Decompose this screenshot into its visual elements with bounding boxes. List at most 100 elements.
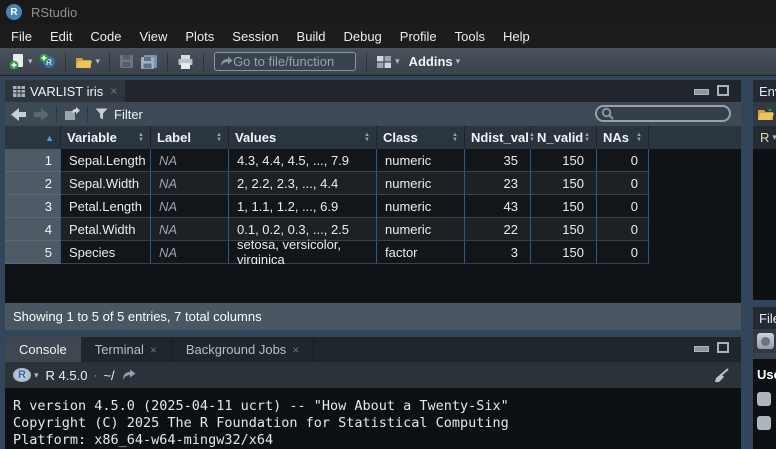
tab-label: Background Jobs — [186, 342, 286, 357]
toolbar-separator — [167, 53, 168, 71]
menu-profile[interactable]: Profile — [391, 26, 446, 47]
rstudio-logo-icon: R — [6, 4, 22, 20]
column-header-class[interactable]: Class▲▼ — [377, 126, 465, 149]
menu-help[interactable]: Help — [494, 26, 539, 47]
cell-label: NA — [151, 149, 229, 172]
toolbar-separator — [203, 53, 204, 71]
files-pane: Files Users — [753, 307, 776, 449]
new-project-button[interactable]: R — [36, 51, 59, 73]
new-blank-file-button[interactable] — [757, 333, 774, 349]
open-folder-icon — [75, 55, 93, 69]
addins-button[interactable]: Addins — [409, 54, 453, 69]
column-header-values[interactable]: Values▲▼ — [229, 126, 377, 149]
menu-view[interactable]: View — [130, 26, 176, 47]
maximize-pane-icon[interactable] — [717, 342, 729, 353]
open-new-window-icon[interactable] — [64, 107, 80, 121]
open-file-button[interactable]: ▾ — [72, 51, 104, 73]
save-button[interactable] — [116, 51, 137, 73]
tab-background-jobs[interactable]: Background Jobs × — [172, 337, 314, 362]
working-directory[interactable]: ~/ — [103, 368, 114, 383]
goto-arrow-icon — [220, 56, 233, 67]
menu-file[interactable]: File — [2, 26, 41, 47]
toolbar-separator — [109, 53, 110, 71]
grid-search-box[interactable] — [595, 105, 731, 122]
table-row: 2 Sepal.Width NA 2, 2.2, 2.3, ..., 4.4 n… — [5, 172, 741, 195]
cell-values: 2, 2.2, 2.3, ..., 4.4 — [229, 172, 377, 195]
sort-icons: ▲▼ — [636, 133, 642, 143]
console-line: R version 4.5.0 (2025-04-11 ucrt) -- "Ho… — [13, 398, 741, 415]
menu-code[interactable]: Code — [81, 26, 130, 47]
minimize-pane-icon[interactable] — [694, 86, 707, 96]
console-pane: Console Terminal× Background Jobs × R ▾ R… — [5, 337, 741, 449]
environment-toolbar — [753, 102, 776, 126]
maximize-pane-icon[interactable] — [717, 85, 729, 96]
tab-terminal[interactable]: Terminal× — [81, 337, 172, 362]
toolbar-separator — [65, 53, 66, 71]
r-version-icon[interactable]: R — [13, 368, 31, 382]
grid-search-input[interactable] — [614, 107, 725, 121]
cell-ndist-val: 43 — [465, 195, 531, 218]
tab-varlist-iris[interactable]: VARLIST iris × — [5, 80, 125, 102]
panes-caret-icon: ▾ — [395, 56, 400, 67]
main-toolbar: ▾ R ▾ ▾ Addins ▾ — [0, 48, 776, 76]
file-checkbox[interactable] — [757, 416, 771, 430]
new-file-button[interactable]: ▾ — [6, 51, 36, 73]
toolbar-separator — [87, 106, 88, 122]
cell-nas: 0 — [597, 172, 649, 195]
viewer-tabstrip: VARLIST iris × — [5, 80, 741, 102]
cell-nas: 0 — [597, 218, 649, 241]
menu-debug[interactable]: Debug — [334, 26, 390, 47]
minimize-pane-icon[interactable] — [694, 343, 707, 353]
goto-file-search[interactable] — [214, 52, 356, 71]
column-label: Values — [235, 130, 276, 145]
sort-icons: ▲▼ — [452, 133, 458, 143]
tab-close-icon[interactable]: × — [292, 343, 299, 357]
column-header-n-valid[interactable]: N_valid▲▼ — [531, 126, 597, 149]
column-header-label[interactable]: Label▲▼ — [151, 126, 229, 149]
menu-plots[interactable]: Plots — [176, 26, 223, 47]
search-icon — [601, 107, 614, 120]
viewer-toolbar: Filter — [5, 102, 741, 126]
menu-build[interactable]: Build — [288, 26, 335, 47]
back-icon[interactable] — [11, 108, 27, 121]
filter-button[interactable]: Filter — [114, 107, 143, 122]
row-number: 2 — [5, 172, 61, 195]
toolbar-separator — [56, 106, 57, 122]
clear-console-icon[interactable] — [713, 368, 729, 383]
save-all-button[interactable] — [137, 51, 161, 73]
menu-edit[interactable]: Edit — [41, 26, 81, 47]
filter-icon[interactable] — [95, 108, 108, 120]
environment-pane: Environment R ▾ — [753, 80, 776, 300]
tab-close-icon[interactable]: × — [150, 343, 157, 357]
cell-variable: Petal.Length — [61, 195, 151, 218]
new-file-icon — [9, 53, 25, 70]
row-number: 1 — [5, 149, 61, 172]
r-version-label: R 4.5.0 — [46, 368, 88, 383]
print-button[interactable] — [174, 51, 197, 73]
tab-files[interactable]: Files — [753, 307, 776, 329]
environment-scope-select[interactable]: R ▾ — [753, 126, 776, 149]
column-label: Label — [157, 130, 191, 145]
r-version-caret-icon[interactable]: ▾ — [34, 370, 39, 381]
menu-session[interactable]: Session — [223, 26, 287, 47]
cell-variable: Sepal.Length — [61, 149, 151, 172]
column-header-rownum[interactable]: ▲ — [5, 126, 61, 149]
panes-layout-button[interactable]: ▾ — [373, 51, 403, 73]
column-header-nas[interactable]: NAs▲▼ — [597, 126, 649, 149]
tab-close-icon[interactable]: × — [110, 84, 117, 98]
cell-label: NA — [151, 241, 229, 264]
table-row: 5 Species NA setosa, versicolor, virgini… — [5, 241, 741, 264]
forward-icon[interactable] — [33, 108, 49, 121]
column-header-ndist-val[interactable]: Ndist_val▲▼ — [465, 126, 531, 149]
column-header-variable[interactable]: Variable▲▼ — [61, 126, 151, 149]
tab-console[interactable]: Console — [5, 337, 81, 362]
cell-class: factor — [377, 241, 465, 264]
menu-tools[interactable]: Tools — [446, 26, 494, 47]
goto-file-input[interactable] — [233, 54, 350, 69]
cell-class: numeric — [377, 195, 465, 218]
console-output[interactable]: R version 4.5.0 (2025-04-11 ucrt) -- "Ho… — [5, 388, 741, 449]
tab-environment[interactable]: Environment — [753, 80, 776, 102]
open-new-window-icon[interactable] — [122, 369, 136, 381]
load-workspace-icon[interactable] — [757, 107, 775, 121]
file-checkbox[interactable] — [757, 392, 771, 406]
